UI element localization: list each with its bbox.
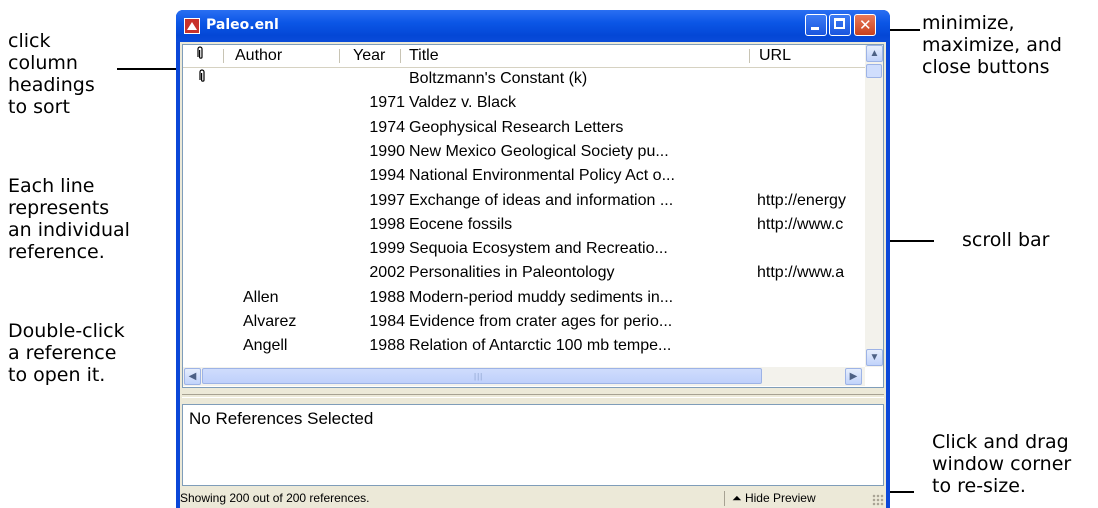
annotation-resize: Click and drag window corner to re-size.: [932, 431, 1072, 497]
year-cell: 1984: [369, 313, 405, 330]
author-cell: Angell: [243, 337, 288, 355]
annotation-each-line: Each line represents an individual refer…: [8, 175, 130, 263]
leader-line-scroll-bar: [884, 240, 934, 242]
window-title: Paleo.enl: [206, 17, 279, 33]
maximize-icon: [834, 18, 845, 29]
table-row[interactable]: 1994 National Environmental Policy Act o.…: [183, 164, 865, 188]
title-bar[interactable]: Paleo.enl ✕: [176, 10, 890, 42]
year-cell: 1988: [369, 337, 405, 355]
endnote-window: Paleo.enl ✕ Author Year Title URL Boltzm…: [176, 10, 890, 508]
leader-line-window-buttons: [890, 29, 920, 31]
annotation-double-click: Double-click a reference to open it.: [8, 320, 125, 386]
title-cell: Sequoia Ecosystem and Recreatio...: [409, 240, 668, 258]
column-header-row: Author Year Title URL: [183, 45, 865, 68]
scroll-right-arrow-icon[interactable]: ▶: [845, 368, 862, 385]
year-cell: 1974: [369, 118, 405, 136]
title-cell: National Environmental Policy Act o...: [409, 167, 675, 185]
annotation-scroll-bar: scroll bar: [962, 229, 1050, 251]
scroll-left-arrow-icon[interactable]: ◀: [184, 368, 201, 385]
paperclip-icon: [199, 69, 205, 82]
eject-arrow-icon: ⏶: [732, 491, 742, 505]
minimize-icon: [811, 27, 819, 30]
column-header-year[interactable]: Year: [353, 45, 385, 66]
vertical-scroll-bar[interactable]: ▲ ▼: [865, 45, 883, 367]
year-cell: 1999: [369, 240, 405, 258]
url-cell: http://www.c: [757, 215, 844, 233]
column-separator[interactable]: [749, 49, 750, 63]
table-row[interactable]: 2002 Personalities in Paleontology http://…: [183, 261, 865, 285]
table-row[interactable]: 1971 Valdez v. Black: [183, 91, 865, 115]
reference-list[interactable]: Author Year Title URL Boltzmann's Consta…: [182, 44, 884, 388]
hide-preview-button[interactable]: ⏶ Hide Preview: [732, 489, 816, 508]
table-row[interactable]: Alvarez 1984 Evidence from crater ages for…: [183, 310, 865, 334]
hide-preview-label: Hide Preview: [744, 491, 816, 505]
leader-line-resize: [888, 491, 914, 493]
year-cell: 1998: [369, 215, 405, 233]
annotation-window-buttons: minimize, maximize, and close buttons: [922, 12, 1062, 78]
preview-text: No References Selected: [189, 409, 374, 428]
preview-pane[interactable]: No References Selected: [182, 404, 884, 486]
title-cell: Eocene fossils: [409, 215, 513, 233]
resize-grip-icon[interactable]: [872, 494, 884, 506]
author-cell: Alvarez: [243, 313, 297, 330]
author-cell: Allen: [243, 288, 279, 306]
year-cell: 2002: [369, 264, 405, 282]
column-separator[interactable]: [339, 49, 340, 63]
title-cell: Geophysical Research Letters: [409, 118, 624, 136]
title-cell: Evidence from crater ages for perio...: [409, 313, 673, 330]
table-row[interactable]: 1997 Exchange of ideas and information ..…: [183, 189, 865, 213]
table-row[interactable]: Boltzmann's Constant (k): [183, 67, 865, 91]
table-row[interactable]: Angell 1988 Relation of Antarctic 100 mb t…: [183, 334, 865, 358]
close-icon: ✕: [859, 16, 872, 34]
window-client-area: Author Year Title URL Boltzmann's Consta…: [180, 42, 886, 508]
title-cell: New Mexico Geological Society pu...: [409, 142, 669, 160]
column-header-title[interactable]: Title: [409, 45, 439, 66]
maximize-button[interactable]: [829, 14, 851, 36]
minimize-button[interactable]: [805, 14, 827, 36]
column-separator[interactable]: [223, 49, 224, 63]
year-cell: 1971: [369, 94, 405, 112]
title-cell: Exchange of ideas and information ...: [409, 191, 674, 209]
attachment-cell: [197, 67, 209, 91]
app-icon[interactable]: [184, 18, 200, 34]
url-cell: http://www.a: [757, 264, 845, 282]
table-row[interactable]: 1990 New Mexico Geological Society pu...: [183, 140, 865, 164]
year-cell: 1988: [369, 288, 405, 306]
title-cell: Personalities in Paleontology: [409, 264, 615, 282]
vertical-scroll-thumb[interactable]: [866, 64, 882, 78]
table-row[interactable]: 1974 Geophysical Research Letters: [183, 116, 865, 140]
status-bar: Showing 200 out of 200 references. ⏶ Hid…: [180, 489, 886, 508]
title-cell: Relation of Antarctic 100 mb tempe...: [409, 337, 672, 355]
scroll-down-arrow-icon[interactable]: ▼: [866, 349, 883, 366]
column-header-author[interactable]: Author: [235, 45, 282, 66]
status-divider: [724, 491, 725, 506]
table-row[interactable]: 1998 Eocene fossils http://www.c: [183, 213, 865, 237]
pane-splitter[interactable]: [182, 394, 884, 398]
annotation-sort: click column headings to sort: [8, 30, 95, 118]
status-text: Showing 200 out of 200 references.: [180, 491, 370, 505]
column-separator[interactable]: [400, 49, 401, 63]
year-cell: 1990: [369, 142, 405, 160]
table-row[interactable]: Allen 1988 Modern-period muddy sediments i…: [183, 286, 865, 310]
title-cell: Boltzmann's Constant (k): [409, 70, 588, 87]
horizontal-scroll-thumb[interactable]: |||: [202, 368, 762, 384]
title-cell: Modern-period muddy sediments in...: [409, 288, 674, 306]
scroll-up-arrow-icon[interactable]: ▲: [866, 45, 883, 62]
title-cell: Valdez v. Black: [409, 94, 517, 112]
column-header-url[interactable]: URL: [759, 45, 791, 66]
table-row[interactable]: 1999 Sequoia Ecosystem and Recreatio...: [183, 237, 865, 261]
horizontal-scroll-bar[interactable]: ◀ ||| ▶: [183, 367, 865, 386]
year-cell: 1997: [369, 191, 405, 209]
paperclip-icon[interactable]: [195, 45, 205, 66]
close-button[interactable]: ✕: [854, 14, 876, 36]
year-cell: 1994: [369, 167, 405, 185]
url-cell: http://energy: [757, 191, 846, 209]
